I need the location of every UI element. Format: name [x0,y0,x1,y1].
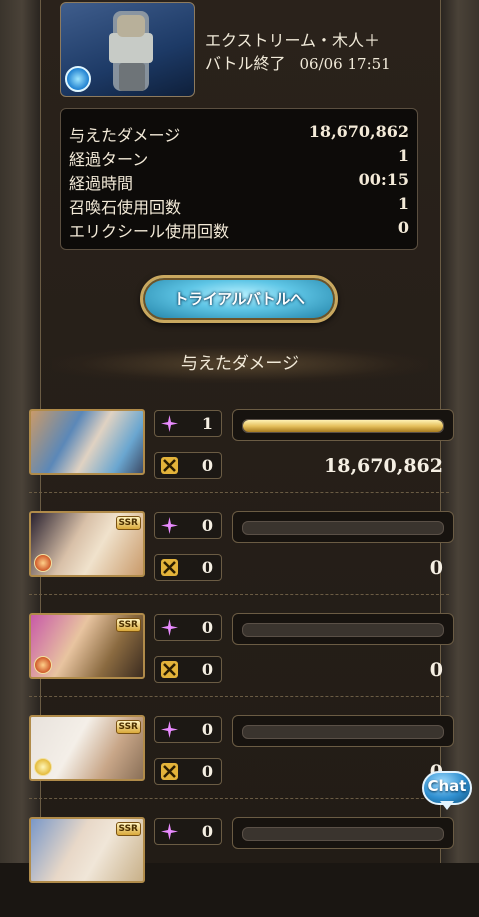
stat-label: 与えたダメージ [69,126,181,145]
skill-count-box: 0 [154,554,222,581]
quest-status: バトル終了 06/06 17:51 [205,53,391,75]
ca-sparkle-icon [161,823,178,840]
party-member: SSR 0 [29,817,454,917]
stat-label: 召喚石使用回数 [69,198,182,217]
ca-count-box: 0 [154,614,222,641]
skill-cross-icon [161,763,178,780]
quest-name: エクストリーム・木人＋ [205,31,381,50]
battle-datetime: 06/06 17:51 [299,55,391,73]
skill-count: 0 [201,762,213,781]
ca-count: 0 [201,720,213,739]
damage-bar [232,817,454,849]
row-divider [29,492,449,493]
damage-value: 18,670,862 [324,455,443,477]
ca-count: 0 [201,822,213,841]
light-element-icon [34,758,52,776]
character-portrait[interactable]: SSR [29,715,145,781]
damage-bar [232,409,454,441]
ca-count-box: 0 [154,818,222,845]
party-member: 1 0 18,670,862 [29,409,454,509]
ca-count-box: 0 [154,512,222,539]
damage-bar-fill [243,420,443,432]
ca-sparkle-icon [161,721,178,738]
ssr-badge: SSR [115,822,141,836]
trial-battle-label: トライアルバトルへ [173,290,305,308]
water-element-icon [65,66,91,92]
row-divider [29,696,449,697]
stat-time: 経過時間 00:15 [69,170,409,194]
ca-count-box: 0 [154,716,222,743]
stat-elixirs: エリクシール使用回数 0 [69,218,409,242]
skill-count: 0 [201,660,213,679]
stat-label: 経過時間 [69,174,134,193]
skill-count: 0 [201,456,213,475]
row-divider [29,594,449,595]
ca-count-box: 1 [154,410,222,437]
stat-value: 0 [397,218,409,237]
stat-value: 1 [397,146,409,165]
ca-count: 0 [201,516,213,535]
party-member: SSR 0 0 0 [29,613,454,713]
ca-count: 1 [201,414,213,433]
trial-battle-button[interactable]: トライアルバトルへ [140,275,338,323]
damage-section-title: 与えたダメージ [52,345,428,383]
fire-element-icon [34,554,52,572]
chat-button[interactable]: Chat [422,771,474,811]
ca-sparkle-icon [161,517,178,534]
fire-element-icon [34,656,52,674]
battle-status: バトル終了 [205,54,286,73]
stat-label: 経過ターン [69,150,149,169]
skill-cross-icon [161,661,178,678]
stat-damage: 与えたダメージ 18,670,862 [69,122,409,146]
stat-value: 18,670,862 [308,122,409,141]
ssr-badge: SSR [115,720,141,734]
ca-sparkle-icon [161,415,178,432]
battle-stats: 与えたダメージ 18,670,862 経過ターン 1 経過時間 00:15 召喚… [60,108,418,250]
ssr-badge: SSR [115,516,141,530]
skill-count-box: 0 [154,452,222,479]
stat-label: エリクシール使用回数 [69,222,230,241]
ca-count: 0 [201,618,213,637]
chat-bubble-tail [440,801,454,810]
party-member: SSR 0 0 0 [29,511,454,611]
skill-cross-icon [161,457,178,474]
stat-summons: 召喚石使用回数 1 [69,194,409,218]
character-portrait[interactable]: SSR [29,817,145,883]
damage-value: 0 [429,557,443,579]
damage-value: 0 [429,659,443,681]
damage-bar [232,613,454,645]
chat-label: Chat [422,771,472,805]
stat-value: 00:15 [358,170,409,189]
skill-count-box: 0 [154,656,222,683]
damage-bar [232,715,454,747]
character-portrait[interactable] [29,409,145,475]
ca-sparkle-icon [161,619,178,636]
stat-turns: 経過ターン 1 [69,146,409,170]
damage-bar [232,511,454,543]
quest-thumbnail [60,2,195,97]
stat-value: 1 [397,194,409,213]
skill-count-box: 0 [154,758,222,785]
ssr-badge: SSR [115,618,141,632]
skill-count: 0 [201,558,213,577]
row-divider [29,798,449,799]
character-portrait[interactable]: SSR [29,613,145,679]
party-member: SSR 0 0 0 [29,715,454,815]
skill-cross-icon [161,559,178,576]
character-portrait[interactable]: SSR [29,511,145,577]
